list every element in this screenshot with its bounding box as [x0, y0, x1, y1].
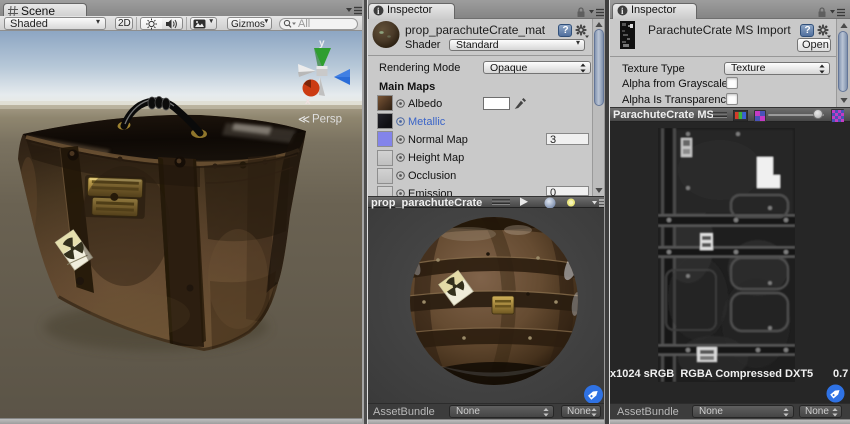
svg-text:x: x — [305, 96, 311, 107]
svg-text:≪: ≪ — [298, 114, 310, 126]
svg-text:y: y — [319, 38, 325, 49]
svg-text:Persp: Persp — [312, 114, 342, 126]
